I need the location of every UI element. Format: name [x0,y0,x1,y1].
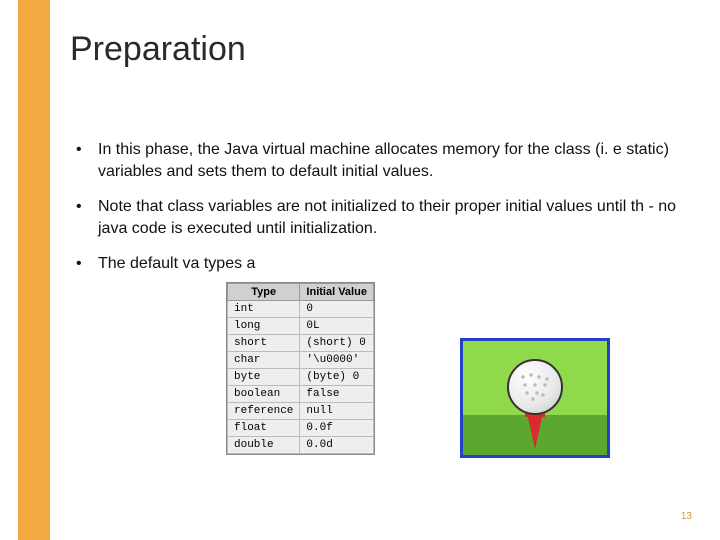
table-row: booleanfalse [228,386,374,403]
table-row: byte(byte) 0 [228,369,374,386]
slide-content: Preparation • In this phase, the Java vi… [70,30,680,289]
cell-type: long [228,318,300,335]
cell-type: double [228,437,300,454]
cell-value: null [300,403,374,420]
table-row: int0 [228,301,374,318]
bullet-text: In this phase, the Java virtual machine … [98,139,680,182]
cell-value: 0 [300,301,374,318]
bullet-dot: • [70,139,98,182]
cell-value: (byte) 0 [300,369,374,386]
cell-type: char [228,352,300,369]
bullet-dot: • [70,253,98,275]
table-row: referencenull [228,403,374,420]
cell-value: false [300,386,374,403]
table-row: char'\u0000' [228,352,374,369]
cell-type: boolean [228,386,300,403]
bullet-item: • In this phase, the Java virtual machin… [70,139,680,182]
table-row: long0L [228,318,374,335]
table-header-value: Initial Value [300,284,374,301]
table-row: double0.0d [228,437,374,454]
cell-type: short [228,335,300,352]
cell-value: (short) 0 [300,335,374,352]
table-row: short(short) 0 [228,335,374,352]
left-accent-bar [18,0,50,540]
golf-ball-clipart [460,338,610,458]
slide-title: Preparation [70,30,680,69]
bullet-dot: • [70,196,98,239]
cell-value: 0.0d [300,437,374,454]
cell-type: float [228,420,300,437]
table-row: float0.0f [228,420,374,437]
cell-type: int [228,301,300,318]
bullet-text: Note that class variables are not initia… [98,196,680,239]
cell-value: '\u0000' [300,352,374,369]
bullet-item: • The default va types a [70,253,680,275]
bullet-item: • Note that class variables are not init… [70,196,680,239]
default-values-table: Type Initial Value int0 long0L short(sho… [226,282,375,455]
cell-type: byte [228,369,300,386]
golf-ball-icon [507,359,563,415]
page-number: 13 [681,511,692,522]
golf-tee [527,413,543,449]
cell-type: reference [228,403,300,420]
table-header-type: Type [228,284,300,301]
bullet-list: • In this phase, the Java virtual machin… [70,139,680,275]
bullet-text: The default va types a [98,253,680,275]
cell-value: 0.0f [300,420,374,437]
cell-value: 0L [300,318,374,335]
